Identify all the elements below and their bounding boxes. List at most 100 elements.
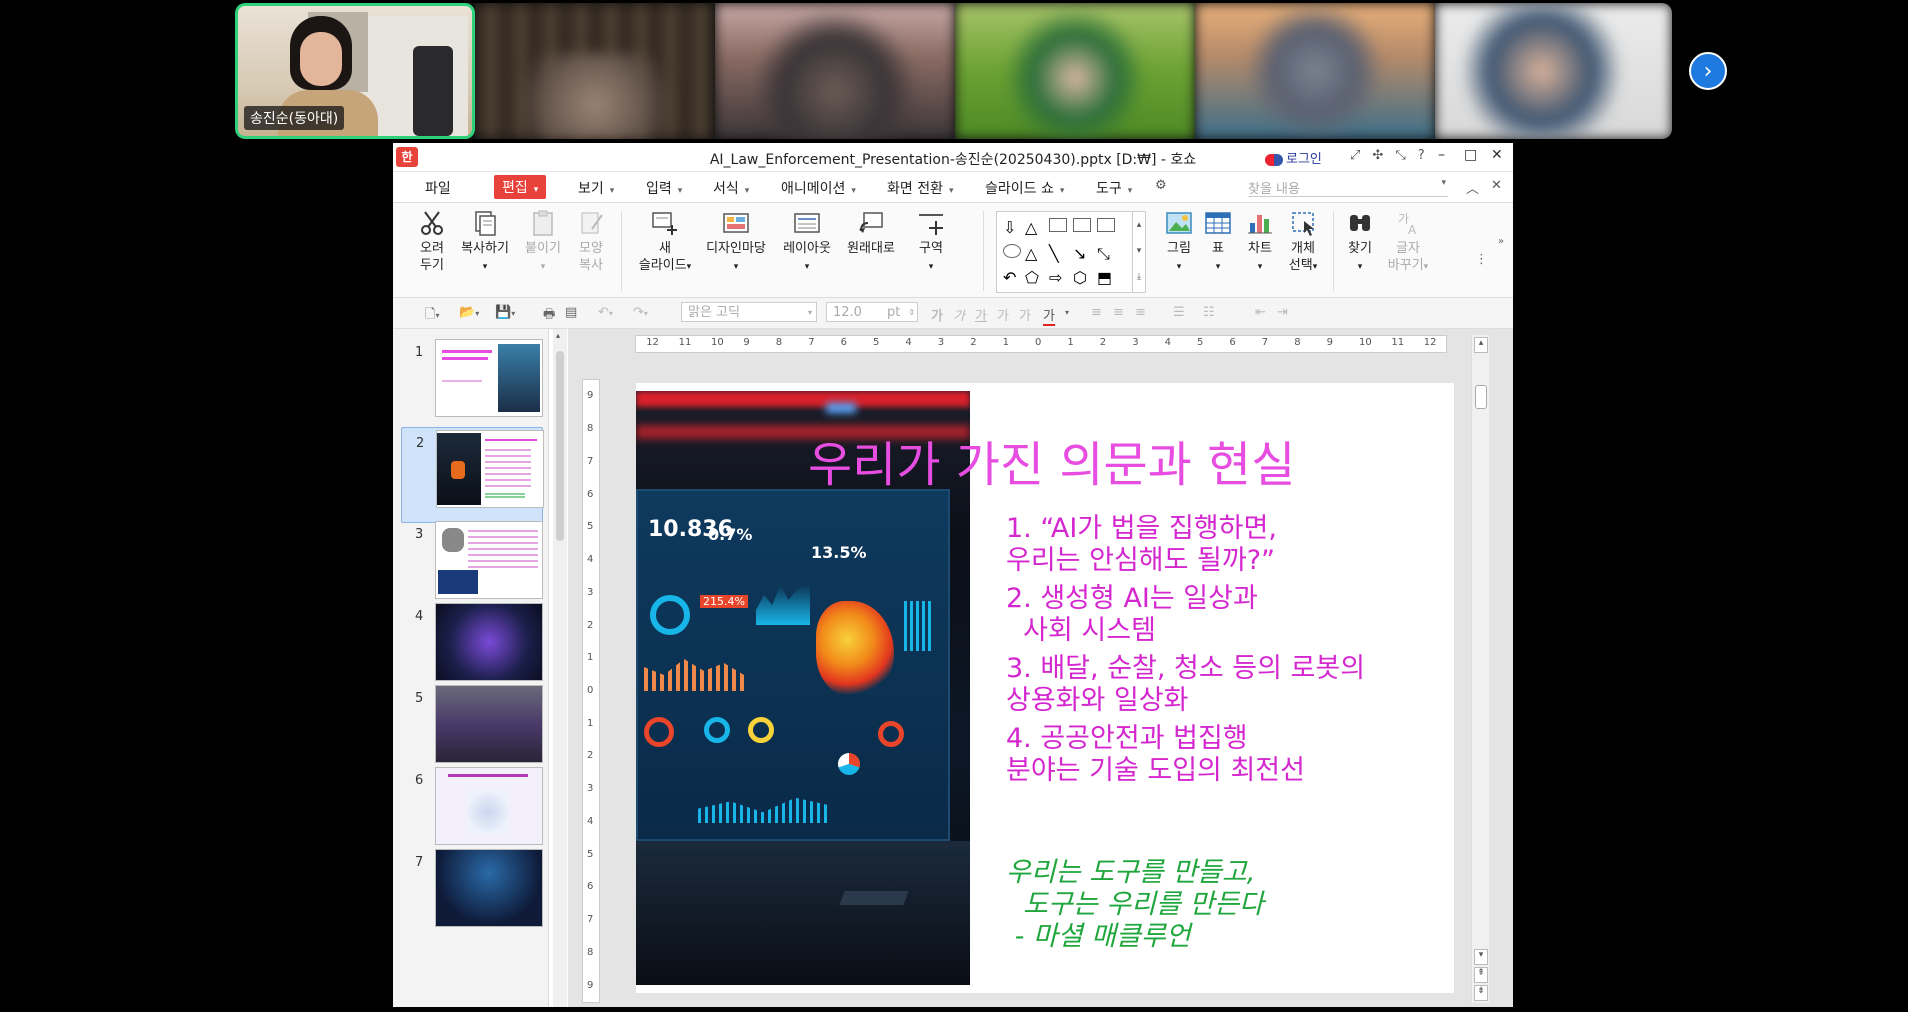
font-color-dropdown-icon[interactable]: ▾: [1065, 308, 1069, 317]
collapse-ribbon-icon[interactable]: ︿: [1466, 178, 1479, 197]
slide-thumb-5[interactable]: 5: [401, 683, 543, 777]
slide-body[interactable]: 1. “AI가 법을 집행하면, 우리는 안심해도 될까?” 2. 생성형 AI는…: [1006, 513, 1436, 993]
slide-thumb-6[interactable]: 6: [401, 765, 543, 859]
replace-font-button[interactable]: 가A 글자 바꾸기▾: [1383, 209, 1433, 276]
fullscreen-icon[interactable]: ⤢: [1350, 148, 1372, 163]
participant-tile-4[interactable]: [955, 3, 1195, 139]
table-button[interactable]: 표 ▾: [1203, 209, 1233, 276]
slide-thumb-3[interactable]: 3: [401, 519, 543, 613]
line-shape-icon[interactable]: ╲: [1049, 244, 1067, 263]
preview-icon[interactable]: ▤: [565, 305, 577, 320]
rect-shape-icon[interactable]: [1097, 218, 1115, 232]
scroll-up-icon[interactable]: ▴: [1474, 337, 1488, 353]
menu-view[interactable]: 보기 ▾: [578, 178, 614, 198]
pin-icon[interactable]: ✣: [1372, 148, 1395, 163]
picture-button[interactable]: 그림 ▾: [1161, 209, 1197, 276]
undo-icon[interactable]: ↶▾: [598, 305, 613, 320]
number-list-icon[interactable]: ☷: [1203, 305, 1215, 320]
flowchart-shape-icon[interactable]: ⬡: [1073, 268, 1091, 287]
menu-file[interactable]: 파일: [425, 178, 451, 198]
align-left-icon[interactable]: ≡: [1091, 305, 1102, 320]
slide-thumb-1[interactable]: 1: [401, 337, 543, 431]
next-slide-icon[interactable]: ⇟: [1474, 985, 1488, 1001]
circle-shape-icon[interactable]: [1003, 244, 1021, 258]
minimize-button[interactable]: –: [1438, 147, 1445, 163]
scroll-up-icon[interactable]: ▴: [556, 331, 560, 340]
textbox-shape-icon[interactable]: [1049, 218, 1067, 232]
indent-decrease-icon[interactable]: ⇤: [1255, 305, 1266, 320]
find-input[interactable]: 찾을 내용 ▾: [1248, 178, 1448, 197]
arrow-down-shape-icon[interactable]: ⇩: [1003, 218, 1021, 237]
scroll-down-icon[interactable]: ▾: [1474, 949, 1488, 965]
font-size-select[interactable]: 12.0 pt ⇕: [826, 302, 918, 322]
triangle2-shape-icon[interactable]: △: [1025, 244, 1043, 263]
find-button[interactable]: 찾기 ▾: [1343, 209, 1377, 276]
block-arrow-shape-icon[interactable]: ⇨: [1049, 268, 1067, 287]
align-right-icon[interactable]: ≡: [1135, 305, 1146, 320]
find-dropdown-icon[interactable]: ▾: [1441, 178, 1446, 188]
section-button[interactable]: 구역 ▾: [911, 209, 951, 276]
next-participants-button[interactable]: ›: [1689, 52, 1727, 90]
cube-shape-icon[interactable]: ⬒: [1097, 268, 1115, 287]
ribbon-more-icon[interactable]: ⋮: [1475, 251, 1488, 268]
new-slide-button[interactable]: 새 슬라이드▾: [637, 209, 693, 276]
slide-title[interactable]: 우리가 가진 의문과 현실: [808, 425, 1408, 495]
slide-thumb-4[interactable]: 4: [401, 601, 543, 695]
close-doc-icon[interactable]: ✕: [1491, 178, 1502, 193]
shapes-gallery[interactable]: ⇩ △ △ ╲ ↘ ⤡ ↶ ⬠ ⇨ ⬡ ⬒ ▴ ▾ ⤓: [996, 211, 1146, 293]
underline-icon[interactable]: 가: [975, 305, 987, 324]
participant-tile-5[interactable]: [1195, 3, 1435, 139]
restore-icon[interactable]: ⤡: [1395, 148, 1417, 163]
align-center-icon[interactable]: ≡: [1113, 305, 1124, 320]
select-object-button[interactable]: 개체 선택▾: [1283, 209, 1323, 276]
cut-button[interactable]: 오려 두기: [415, 209, 449, 274]
close-button[interactable]: ✕: [1491, 147, 1503, 163]
login-link[interactable]: 로그인: [1265, 148, 1322, 167]
font-family-select[interactable]: 맑은 고딕 ▾: [681, 302, 817, 322]
shapes-scroll[interactable]: ▴ ▾ ⤓: [1132, 212, 1145, 292]
editor-scroll-thumb[interactable]: [1475, 385, 1487, 409]
slide-canvas[interactable]: 10.836 0.7% 13.5% 215.4% 우리가 가진 의문과 현실 1…: [636, 383, 1454, 993]
slide-thumb-2[interactable]: 2: [401, 427, 544, 523]
bullet-list-icon[interactable]: ☰: [1173, 305, 1185, 320]
curve-shape-icon[interactable]: ↶: [1003, 268, 1021, 287]
double-arrow-shape-icon[interactable]: ⤡: [1097, 244, 1115, 263]
participant-tile-2[interactable]: [475, 3, 715, 139]
extra-tool-icon[interactable]: ⚙: [1155, 178, 1167, 193]
freeform-shape-icon[interactable]: ⬠: [1025, 268, 1043, 287]
chart-button[interactable]: 차트 ▾: [1243, 209, 1277, 276]
textbox-h-shape-icon[interactable]: [1073, 218, 1091, 232]
slide-thumb-7[interactable]: 7: [401, 847, 543, 941]
help-icon[interactable]: ?: [1418, 148, 1437, 163]
print-icon[interactable]: 🖶: [543, 305, 555, 327]
save-icon[interactable]: 💾▾: [495, 305, 515, 320]
menu-transition[interactable]: 화면 전환 ▾: [887, 178, 954, 198]
menu-insert[interactable]: 입력 ▾: [646, 178, 682, 198]
menu-slideshow[interactable]: 슬라이드 쇼 ▾: [985, 178, 1064, 198]
format-painter-button[interactable]: 모양 복사: [571, 209, 611, 274]
reset-button[interactable]: 원래대로: [843, 209, 899, 257]
redo-icon[interactable]: ↷▾: [633, 305, 648, 320]
editor-scrollbar[interactable]: ▴ ▾ ⇞ ⇟: [1471, 335, 1489, 1003]
layout-button[interactable]: 레이아웃 ▾: [779, 209, 835, 276]
menu-tools[interactable]: 도구 ▾: [1096, 178, 1132, 198]
new-doc-icon[interactable]: 🗋▾: [425, 305, 439, 327]
thumbnail-scrollbar[interactable]: ▴: [553, 329, 567, 1007]
font-color-icon[interactable]: 가: [1043, 305, 1055, 326]
triangle-shape-icon[interactable]: △: [1025, 218, 1043, 237]
strike-icon[interactable]: 가: [997, 305, 1009, 324]
italic-icon[interactable]: 가: [953, 305, 965, 324]
participant-tile-3[interactable]: [715, 3, 955, 139]
participant-tile-self[interactable]: 송진순(동아대): [235, 3, 475, 139]
horizontal-ruler[interactable]: 12 11 10 9 8 7 6 5 4 3 2 1 0 1 2 3 4 5 6 7 8 9 10 11 12: [635, 335, 1447, 353]
open-doc-icon[interactable]: 📂▾: [459, 305, 479, 320]
arrow-line-shape-icon[interactable]: ↘: [1073, 244, 1091, 263]
menu-edit[interactable]: 편집 ▾: [494, 175, 547, 199]
vertical-ruler[interactable]: 9 8 7 6 5 4 3 2 1 0 1 2 3 4 5 6 7 8 9: [582, 379, 600, 1003]
design-button[interactable]: 디자인마당 ▾: [701, 209, 771, 276]
menu-animation[interactable]: 애니메이션 ▾: [781, 178, 856, 198]
bold-icon[interactable]: 가: [931, 305, 943, 324]
indent-increase-icon[interactable]: ⇥: [1277, 305, 1288, 320]
maximize-button[interactable]: □: [1464, 147, 1477, 163]
copy-button[interactable]: 복사하기 ▾: [457, 209, 513, 276]
